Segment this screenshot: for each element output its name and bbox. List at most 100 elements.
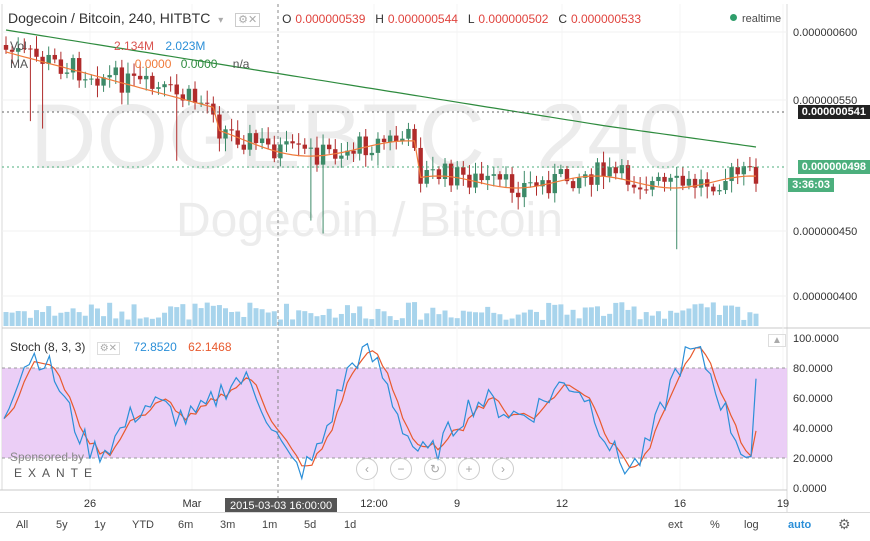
volume-bar (393, 319, 399, 326)
volume-bar (155, 317, 161, 326)
volume-bar (351, 313, 357, 326)
volume-bar (296, 310, 302, 326)
volume-bar (442, 310, 448, 326)
candle-body (308, 147, 314, 149)
candle-body (278, 144, 283, 159)
volume-bar (308, 313, 314, 326)
volume-bar (735, 306, 741, 326)
volume-bar (326, 308, 332, 326)
stoch-label: Stoch (8, 3, 3) (10, 340, 86, 354)
volume-bar (680, 310, 686, 326)
open-label: O (282, 12, 292, 26)
auto-button[interactable]: auto (788, 519, 811, 531)
volume-bar (479, 312, 485, 326)
volume-bar (143, 317, 149, 326)
volume-bar (387, 316, 393, 326)
candle-body (601, 162, 606, 177)
volume-bar (241, 316, 247, 326)
candle-body (95, 78, 100, 86)
scroll-right-icon[interactable]: › (492, 458, 514, 480)
range-5y-button[interactable]: 5y (56, 519, 68, 531)
chart-header: Dogecoin / Bitcoin, 240, HITBTC ▾ ⚙✕ O 0… (8, 10, 641, 27)
sponsor-brand[interactable]: EXANTE (14, 466, 98, 480)
volume-bar (558, 304, 564, 326)
watermark-name: Dogecoin / Bitcoin (176, 194, 563, 247)
volume-bar (113, 318, 119, 326)
candle-body (570, 181, 576, 189)
range-6m-button[interactable]: 6m (178, 519, 193, 531)
volume-bar (601, 315, 607, 326)
settings-gear-icon[interactable]: ⚙ (838, 516, 851, 533)
volume-bar (625, 309, 631, 326)
volume-bar (430, 307, 436, 326)
zoom-out-icon[interactable]: − (390, 458, 412, 480)
candle-body (83, 79, 88, 81)
volume-bar (3, 312, 9, 326)
volume-bar (357, 306, 363, 326)
candle-body (674, 175, 679, 178)
range-1d-button[interactable]: 1d (344, 519, 356, 531)
volume-bar (649, 315, 655, 326)
volume-bar (70, 308, 76, 326)
collapse-pane-icon[interactable]: ▲ (768, 334, 786, 347)
ma-value-3: n/a (232, 57, 250, 71)
range-1y-button[interactable]: 1y (94, 519, 106, 531)
time-axis-label: 12 (556, 498, 568, 510)
volume-bar (662, 318, 668, 326)
range-all-button[interactable]: All (16, 519, 28, 531)
candle-body (546, 180, 551, 194)
volume-bar (290, 319, 296, 326)
volume-bar (229, 312, 235, 326)
volume-bar (399, 318, 405, 326)
volume-bar (192, 303, 198, 326)
volume-bar (162, 312, 168, 326)
candle-body (723, 181, 728, 191)
percent-button[interactable]: % (710, 519, 720, 531)
range-3m-button[interactable]: 3m (220, 519, 235, 531)
candle-body (637, 187, 643, 190)
candle-body (326, 144, 332, 150)
log-button[interactable]: log (744, 519, 759, 531)
range-5d-button[interactable]: 5d (304, 519, 316, 531)
scroll-left-icon[interactable]: ‹ (356, 458, 378, 480)
range-ytd-button[interactable]: YTD (132, 519, 154, 531)
chart-root[interactable]: DOGEBTC, 240 Dogecoin / Bitcoin 0.000000… (0, 0, 870, 541)
volume-bar (405, 302, 411, 326)
candle-body (686, 178, 692, 186)
candle-body (613, 167, 618, 174)
range-1m-button[interactable]: 1m (262, 519, 277, 531)
candle-body (339, 155, 344, 159)
reset-icon[interactable]: ↻ (424, 458, 446, 480)
ext-button[interactable]: ext (668, 519, 683, 531)
volume-bar (533, 311, 539, 326)
volume-bar (64, 311, 70, 326)
candle-body (491, 174, 497, 176)
candle-body (387, 135, 393, 143)
volume-bar (168, 306, 174, 326)
stoch-settings-icon[interactable]: ⚙✕ (96, 342, 121, 355)
volume-bar (314, 316, 320, 326)
time-axis-label: 26 (84, 498, 96, 510)
candle-body (576, 177, 582, 189)
volume-bar (320, 315, 326, 326)
zoom-in-icon[interactable]: + (458, 458, 480, 480)
candle-body (186, 88, 192, 101)
candle-body (503, 174, 509, 180)
candle-body (680, 175, 686, 186)
volume-bar (137, 318, 143, 326)
candle-body (375, 138, 381, 153)
candle-body (150, 75, 155, 89)
volume-bar (265, 312, 271, 326)
volume-bar (448, 317, 454, 326)
volume-bar (710, 302, 716, 326)
settings-icon[interactable]: ⚙✕ (235, 13, 261, 27)
volume-bar (33, 310, 39, 326)
volume-bar (235, 311, 241, 326)
dropdown-icon[interactable]: ▾ (218, 15, 223, 26)
bottom-toolbar: All 5y 1y YTD 6m 3m 1m 5d 1d ext % log a… (0, 512, 870, 541)
volume-bar (271, 311, 277, 326)
volume-bar (369, 319, 375, 326)
volume-bar (52, 315, 58, 326)
current-price-marker: 0.000000498 (797, 160, 870, 174)
candle-body (131, 73, 137, 76)
